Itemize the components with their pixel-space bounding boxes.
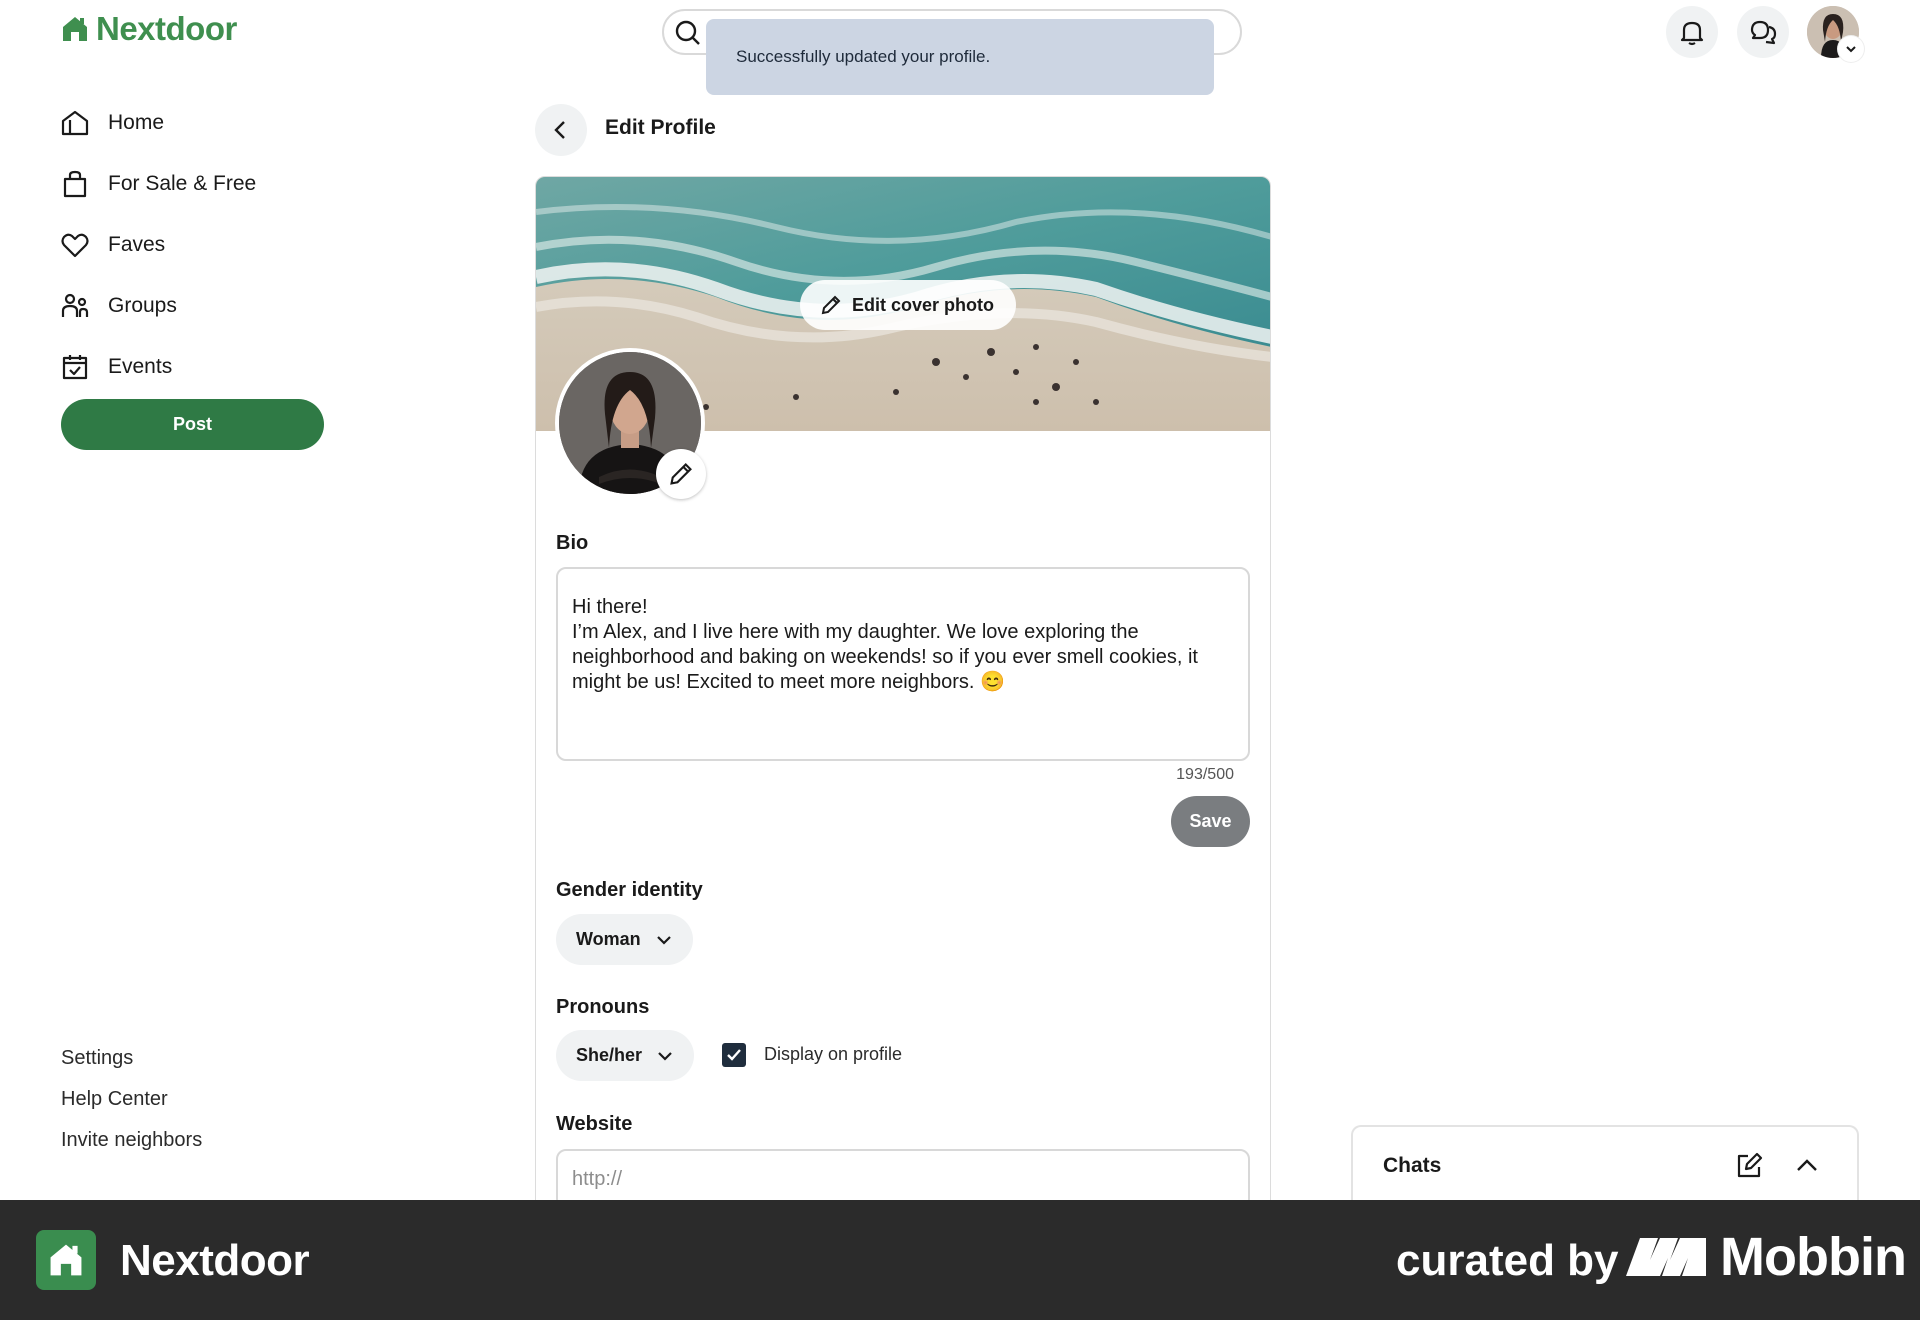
messages-button[interactable]	[1737, 6, 1789, 58]
pronouns-select[interactable]: She/her	[556, 1030, 695, 1081]
website-label: Website	[556, 1113, 633, 1135]
sidebar-item-label: Faves	[108, 232, 166, 256]
gender-identity-label: Gender identity	[556, 879, 703, 901]
notifications-button[interactable]	[1666, 6, 1718, 58]
edit-cover-label: Edit cover photo	[852, 294, 995, 315]
chats-dock[interactable]: Chats	[1351, 1125, 1859, 1205]
sidebar-item-home[interactable]: Home	[60, 92, 340, 153]
account-menu-chevron[interactable]	[1838, 36, 1864, 62]
bell-icon	[1680, 21, 1704, 46]
banner-curated-by: curated by	[1396, 1236, 1619, 1285]
back-button[interactable]	[535, 104, 587, 156]
post-button[interactable]: Post	[61, 399, 324, 450]
sidebar-item-events[interactable]: Events	[60, 336, 340, 397]
shopping-bag-icon	[63, 170, 87, 197]
pronouns-label: Pronouns	[556, 996, 650, 1018]
nextdoor-logo[interactable]: Nextdoor	[60, 10, 237, 48]
bio-label: Bio	[556, 532, 589, 554]
chevron-down-icon	[658, 1051, 672, 1061]
sidebar-item-for-sale[interactable]: For Sale & Free	[60, 153, 340, 214]
mobbin-banner: Nextdoor curated by Mobbin	[0, 1200, 1920, 1320]
heart-icon	[61, 233, 89, 257]
groups-icon	[61, 293, 89, 317]
pencil-icon	[821, 295, 841, 315]
help-center-link[interactable]: Help Center	[61, 1079, 202, 1120]
mobbin-wordmark: Mobbin	[1720, 1227, 1907, 1287]
chevron-down-icon	[1846, 46, 1856, 53]
sidebar-item-faves[interactable]: Faves	[60, 214, 340, 275]
page-title: Edit Profile	[605, 116, 716, 139]
sidebar-item-label: Groups	[108, 293, 177, 317]
sidebar-footer: Settings Help Center Invite neighbors	[61, 1038, 202, 1161]
mobbin-mark-icon	[1626, 1238, 1706, 1276]
sidebar-nav: Home For Sale & Free Faves Groups Events	[60, 92, 340, 397]
new-chat-button[interactable]	[1729, 1146, 1769, 1186]
mobbin-logo: Mobbin	[1626, 1226, 1907, 1288]
chats-title: Chats	[1383, 1154, 1442, 1177]
checkmark-icon	[727, 1049, 741, 1061]
sidebar-item-groups[interactable]: Groups	[60, 275, 340, 336]
settings-link[interactable]: Settings	[61, 1038, 202, 1079]
chevron-left-icon	[554, 121, 565, 139]
calendar-icon	[62, 354, 88, 379]
edit-profile-photo-button[interactable]	[656, 449, 706, 499]
sidebar-item-label: For Sale & Free	[108, 171, 257, 195]
nextdoor-app-icon	[36, 1230, 96, 1290]
pronouns-value: She/her	[576, 1045, 643, 1065]
display-on-profile-checkbox[interactable]	[722, 1043, 746, 1067]
sidebar-item-label: Events	[108, 354, 173, 378]
edit-cover-photo-button[interactable]: Edit cover photo	[800, 280, 1017, 330]
logo-text: Nextdoor	[96, 10, 237, 47]
house-logo-icon	[50, 1244, 82, 1276]
house-logo-icon	[63, 17, 87, 41]
chat-bubbles-icon	[1750, 20, 1777, 45]
invite-neighbors-link[interactable]: Invite neighbors	[61, 1120, 202, 1161]
collapse-chats-button[interactable]	[1787, 1146, 1827, 1186]
compose-icon	[1737, 1152, 1763, 1178]
chevron-up-icon	[1797, 1159, 1817, 1171]
search-icon	[675, 20, 700, 45]
banner-app-name: Nextdoor	[120, 1236, 310, 1285]
chevron-down-icon	[656, 935, 671, 945]
success-toast: Successfully updated your profile.	[706, 19, 1214, 95]
display-on-profile-label: Display on profile	[764, 1044, 903, 1064]
gender-identity-select[interactable]: Woman	[556, 914, 693, 965]
pencil-icon	[670, 463, 692, 485]
bio-textarea[interactable]	[556, 567, 1250, 761]
bio-character-count: 193/500	[1176, 766, 1234, 783]
sidebar-item-label: Home	[108, 110, 165, 134]
gender-identity-value: Woman	[576, 929, 641, 949]
home-icon	[61, 110, 89, 135]
save-bio-button[interactable]: Save	[1171, 796, 1250, 847]
